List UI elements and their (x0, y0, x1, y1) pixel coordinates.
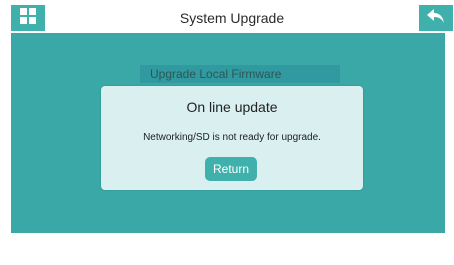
page-title: System Upgrade (179, 10, 285, 26)
right-frame (445, 0, 454, 265)
back-button[interactable] (419, 5, 453, 31)
menu-button[interactable] (11, 5, 45, 31)
return-button[interactable]: Return (205, 157, 257, 181)
dialog-title: On line update (186, 99, 278, 115)
dialog-message: Networking/SD is not ready for upgrade. (143, 132, 321, 143)
left-frame (0, 0, 11, 265)
bottom-area (11, 233, 445, 265)
upgrade-local-firmware-item[interactable]: Upgrade Local Firmware (140, 65, 340, 83)
main-panel: Upgrade Local Firmware On line update Ne… (11, 33, 445, 233)
back-arrow-icon (426, 7, 446, 30)
online-update-dialog: On line update Networking/SD is not read… (101, 86, 363, 190)
grid-icon (19, 7, 37, 30)
